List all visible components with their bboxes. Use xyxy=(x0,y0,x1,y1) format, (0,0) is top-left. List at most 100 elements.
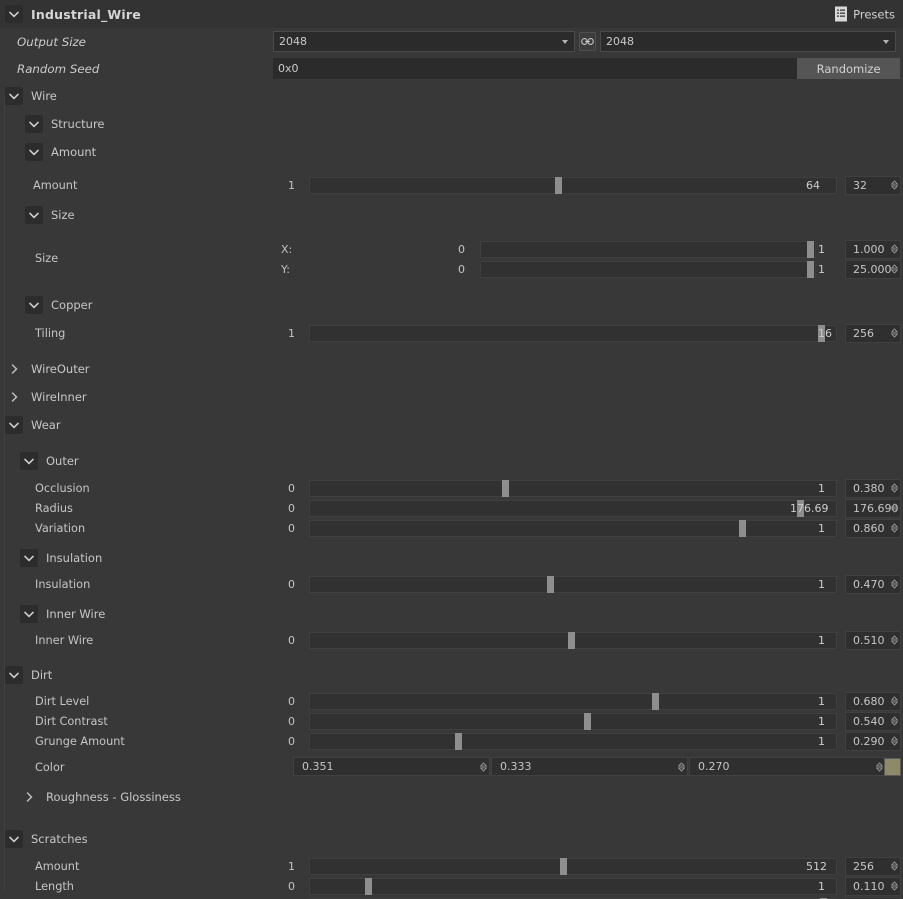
section-amount-toggle[interactable] xyxy=(25,143,43,161)
output-height-dropdown[interactable]: 2048 xyxy=(600,31,896,52)
param-dirt-level-slider[interactable] xyxy=(309,692,837,710)
section-wear-toggle[interactable] xyxy=(5,416,23,434)
param-variation-slider[interactable] xyxy=(309,519,837,537)
spinner-arrows-icon[interactable] xyxy=(891,696,898,706)
spinner-arrows-icon[interactable] xyxy=(891,579,898,589)
param-scratch-amount-slider[interactable] xyxy=(309,857,837,875)
param-size-y-spinbox[interactable]: 25.000 xyxy=(845,259,901,279)
graph-collapse-toggle[interactable] xyxy=(5,5,23,23)
param-dirt-level-handle[interactable] xyxy=(651,692,659,710)
section-wireinner[interactable]: WireInner xyxy=(0,383,903,411)
spinner-arrows-icon[interactable] xyxy=(891,503,898,513)
section-dirt[interactable]: Dirt xyxy=(0,661,903,689)
section-wire[interactable]: Wire xyxy=(0,82,903,110)
param-dirt-contrast-spinbox[interactable]: 0.540 xyxy=(845,711,901,731)
output-width-dropdown[interactable]: 2048 xyxy=(273,31,575,52)
param-size-x-handle[interactable] xyxy=(806,240,814,258)
spinner-arrows-icon[interactable] xyxy=(891,180,898,190)
section-outer[interactable]: Outer xyxy=(0,447,903,475)
param-tiling-spinbox[interactable]: 256 xyxy=(845,323,901,343)
param-amount-slider[interactable] xyxy=(309,176,837,194)
param-dirt-contrast-slider[interactable] xyxy=(309,712,837,730)
param-grunge-amount-handle[interactable] xyxy=(454,732,462,750)
param-size-y-slider[interactable] xyxy=(480,260,816,278)
param-dirt-contrast-handle[interactable] xyxy=(583,712,591,730)
param-inner-wire-handle[interactable] xyxy=(567,631,575,649)
param-radius-spinbox[interactable]: 176.690 xyxy=(845,498,901,518)
section-dirt-toggle[interactable] xyxy=(5,666,23,684)
param-tiling-slider[interactable] xyxy=(309,324,837,342)
param-grunge-amount-slider[interactable] xyxy=(309,732,837,750)
param-size-x-spinbox[interactable]: 1.000 xyxy=(845,239,901,259)
section-structure-toggle[interactable] xyxy=(25,115,43,133)
section-structure[interactable]: Structure xyxy=(0,110,903,138)
spinner-arrows-icon[interactable] xyxy=(891,861,898,871)
spinner-arrows-icon[interactable] xyxy=(876,762,883,771)
random-seed-input[interactable]: 0x0 xyxy=(273,58,798,79)
section-scratches[interactable]: Scratches xyxy=(0,825,903,853)
spinner-arrows-icon[interactable] xyxy=(891,244,898,254)
spinner-arrows-icon[interactable] xyxy=(891,483,898,493)
param-size-x-slider[interactable] xyxy=(480,240,816,258)
param-scratch-length-spinbox[interactable]: 0.110 xyxy=(845,876,901,896)
section-wireinner-toggle[interactable] xyxy=(5,388,23,406)
param-insulation-slider[interactable] xyxy=(309,575,837,593)
param-amount-spinbox[interactable]: 32 xyxy=(845,175,901,195)
output-size-link-toggle[interactable] xyxy=(579,32,596,51)
param-scratch-amount-handle[interactable] xyxy=(559,857,567,875)
section-outer-toggle[interactable] xyxy=(20,452,38,470)
presets-button[interactable]: Presets xyxy=(835,6,895,22)
param-occlusion-handle[interactable] xyxy=(501,479,509,497)
spinner-arrows-icon[interactable] xyxy=(480,762,487,771)
color-g-field[interactable]: 0.333 xyxy=(491,757,688,776)
randomize-button[interactable]: Randomize xyxy=(797,58,900,79)
spinner-arrows-icon[interactable] xyxy=(891,264,898,274)
param-inner-wire-slider[interactable] xyxy=(309,631,837,649)
param-dirt-level-spinbox[interactable]: 0.680 xyxy=(845,691,901,711)
param-amount-handle[interactable] xyxy=(555,176,563,194)
section-size[interactable]: Size xyxy=(0,201,903,229)
section-amount[interactable]: Amount xyxy=(0,138,903,166)
spinner-arrows-icon[interactable] xyxy=(891,736,898,746)
param-variation-spinbox[interactable]: 0.860 xyxy=(845,518,901,538)
param-insulation-handle[interactable] xyxy=(546,575,554,593)
spinner-arrows-icon[interactable] xyxy=(891,635,898,645)
param-size-x-value: 1.000 xyxy=(853,242,885,256)
panel-titlebar: Industrial_Wire Presets xyxy=(0,0,903,28)
section-wear[interactable]: Wear xyxy=(0,411,903,439)
section-wireouter-toggle[interactable] xyxy=(5,360,23,378)
spinner-arrows-icon[interactable] xyxy=(891,716,898,726)
param-grunge-amount-spinbox[interactable]: 0.290 xyxy=(845,731,901,751)
section-wireouter[interactable]: WireOuter xyxy=(0,355,903,383)
param-size-y-handle[interactable] xyxy=(806,260,814,278)
section-wire-toggle[interactable] xyxy=(5,87,23,105)
section-size-toggle[interactable] xyxy=(25,206,43,224)
color-b-field[interactable]: 0.270 xyxy=(689,757,886,776)
section-copper-toggle[interactable] xyxy=(25,296,43,314)
section-inner-wire-toggle[interactable] xyxy=(20,605,38,623)
param-insulation-spinbox[interactable]: 0.470 xyxy=(845,574,901,594)
param-occlusion-spinbox[interactable]: 0.380 xyxy=(845,478,901,498)
spinner-arrows-icon[interactable] xyxy=(678,762,685,771)
spinner-arrows-icon[interactable] xyxy=(891,523,898,533)
section-size-label: Size xyxy=(51,208,75,222)
section-roughness-glossiness-toggle[interactable] xyxy=(20,788,38,806)
param-occlusion-slider[interactable] xyxy=(309,479,837,497)
color-swatch[interactable] xyxy=(884,758,901,776)
param-inner-wire-spinbox[interactable]: 0.510 xyxy=(845,630,901,650)
param-variation-handle[interactable] xyxy=(738,519,746,537)
param-scratch-amount-spinbox[interactable]: 256 xyxy=(845,856,901,876)
chevron-down-icon xyxy=(29,212,39,219)
section-insulation[interactable]: Insulation xyxy=(0,544,903,572)
spinner-arrows-icon[interactable] xyxy=(891,881,898,891)
section-insulation-toggle[interactable] xyxy=(20,549,38,567)
section-copper[interactable]: Copper xyxy=(0,291,903,319)
color-r-field[interactable]: 0.351 xyxy=(293,757,490,776)
param-radius-slider[interactable] xyxy=(309,499,837,517)
section-inner-wire[interactable]: Inner Wire xyxy=(0,600,903,628)
section-scratches-toggle[interactable] xyxy=(5,830,23,848)
param-scratch-length-handle[interactable] xyxy=(365,877,373,895)
spinner-arrows-icon[interactable] xyxy=(891,328,898,338)
section-roughness-glossiness[interactable]: Roughness - Glossiness xyxy=(0,783,903,811)
param-scratch-length-slider[interactable] xyxy=(309,877,837,895)
